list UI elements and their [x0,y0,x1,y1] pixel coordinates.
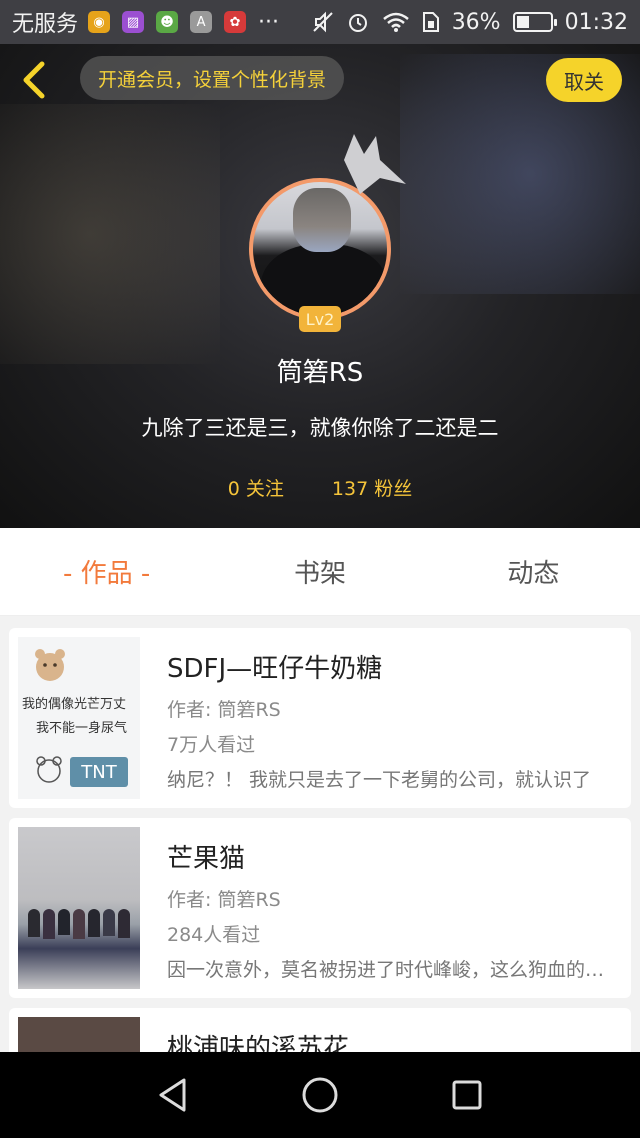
carrier-label: 无服务 [12,12,79,37]
profile-tabs: - 作品 - 书架 动态 [0,528,640,616]
level-badge: Lv2 [299,306,341,332]
user-signature: 九除了三还是三，就像你除了二还是二 [141,416,499,440]
crown-icon [344,134,406,194]
tab-activity[interactable]: 动态 [427,528,640,615]
tab-works[interactable]: - 作品 - [0,528,213,615]
cover-tnt-label: TNT [70,757,128,787]
cover-text-line-2: 我不能一身尿气 [36,721,128,736]
status-bar: 无服务 ◉ ▨ ☻ A ✿ ··· 36% 01:32 [0,0,640,44]
book-card[interactable]: 我的偶像光芒万丈 我不能一身尿气 TNT SDFJ—旺仔牛奶糖 作者: 筒箬RS… [9,628,631,808]
triangle-back-icon [159,1078,186,1112]
circle-home-icon [302,1077,338,1113]
book-description: 因一次意外，莫名被拐进了时代峰峻，这么狗血的剧情 [167,959,617,981]
chat-app-icon: ☻ [156,11,179,33]
nav-recents-button[interactable] [437,1065,497,1125]
book-author: 作者: 筒箬RS [167,889,281,911]
follow-stats: 0 关注 137 粉丝 [0,474,640,501]
book-author: 作者: 筒箬RS [167,699,281,721]
back-icon[interactable] [14,58,54,102]
profile-header: 开通会员，设置个性化背景 取关 Lv2 筒箬RS 九除了三还是三，就像你除了二还… [0,44,640,528]
sim-icon [422,12,439,32]
nav-back-button[interactable] [143,1065,203,1125]
battery-icon [512,12,557,32]
vip-background-button[interactable]: 开通会员，设置个性化背景 [80,56,345,100]
bear-sticker-icon [35,649,65,681]
gallery-app-icon: ▨ [122,11,145,33]
nav-home-button[interactable] [290,1065,350,1125]
book-cover [18,1017,140,1052]
book-card[interactable]: 芒果猫 作者: 筒箬RS 284人看过 因一次意外，莫名被拐进了时代峰峻，这么狗… [9,818,631,998]
tab-bookshelf[interactable]: 书架 [213,528,426,615]
book-title: SDFJ—旺仔牛奶糖 [167,654,383,684]
following-count[interactable]: 0 关注 [228,474,284,501]
book-title: 芒果猫 [167,844,246,874]
book-cover: 我的偶像光芒万丈 我不能一身尿气 TNT [18,637,140,799]
system-nav-bar [0,1052,640,1138]
book-title: 桃浦味的溪苏花 [167,1034,350,1052]
unfollow-button[interactable]: 取关 [546,58,622,102]
book-views: 7万人看过 [167,734,256,756]
mute-icon [312,11,333,33]
more-notifications-icon: ··· [258,9,279,35]
battery-percent: 36% [451,9,501,35]
weibo-icon: ◉ [88,11,111,33]
bear-outline-icon [36,756,62,783]
wifi-icon [382,12,409,32]
clock: 01:32 [564,9,628,35]
book-cover [18,827,140,989]
username: 筒箬RS [276,358,364,388]
book-description: 纳尼？！ 我就只是去了一下老舅的公司，就认识了 [167,769,592,791]
huawei-icon: ✿ [224,11,247,33]
book-card[interactable]: 桃浦味的溪苏花 [9,1008,631,1052]
works-list: 我的偶像光芒万丈 我不能一身尿气 TNT SDFJ—旺仔牛奶糖 作者: 筒箬RS… [0,616,640,1052]
square-recents-icon [452,1080,482,1110]
follower-count[interactable]: 137 粉丝 [332,474,412,501]
book-views: 284人看过 [167,924,261,946]
alarm-icon [348,14,367,32]
cover-text-line-1: 我的偶像光芒万丈 [22,697,127,712]
font-app-icon: A [190,11,213,33]
